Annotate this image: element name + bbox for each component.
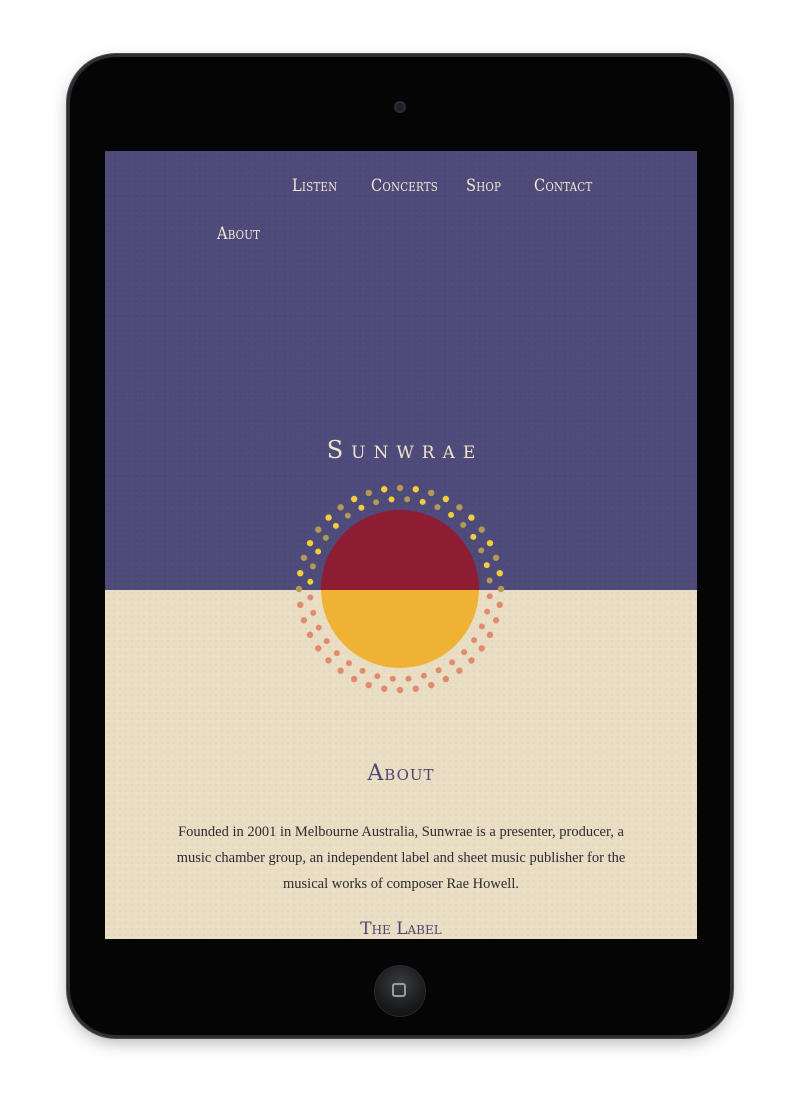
about-paragraph: Founded in 2001 in Melbourne Australia, … <box>176 824 626 892</box>
sun-ring-dot <box>484 608 491 615</box>
sun-ring-dot <box>496 601 503 608</box>
sun-ring-dot <box>461 649 468 656</box>
sun-ring-dot <box>448 511 455 518</box>
sun-ring-dot <box>396 484 404 492</box>
sun-ring-dot <box>492 617 500 624</box>
sun-ring-dot <box>396 686 404 694</box>
sun-ring-dot <box>315 526 322 533</box>
sun-ring-dot <box>492 554 500 561</box>
nav-link-concerts[interactable]: Concerts <box>371 176 438 196</box>
sun-ring-dot <box>468 514 475 521</box>
sun-ring-dot <box>333 650 340 657</box>
sun-ring-dot <box>306 539 314 547</box>
sun-ring-dot <box>297 601 304 608</box>
sun-ring-dot <box>486 593 493 600</box>
sun-ring-dot <box>337 667 344 674</box>
sun-ring-dot <box>420 672 427 679</box>
sun-ring-dot <box>306 631 314 639</box>
sun-ring-dot <box>497 585 505 593</box>
sun-ring-dot <box>412 685 419 692</box>
sun-ring-dot <box>297 570 304 577</box>
sun-ring-dot <box>323 638 330 645</box>
sun-ring-dot <box>442 495 450 503</box>
sun-ring-dot <box>470 533 477 540</box>
nav-link-listen[interactable]: Listen <box>292 176 337 196</box>
sun-ring-dot <box>405 675 412 682</box>
sun-ring-dot <box>310 609 317 616</box>
sun-ring-dot <box>389 675 396 682</box>
sun-ring-dot <box>345 660 352 667</box>
sun-ring-dot <box>435 667 442 674</box>
sun-ring-dot <box>315 548 322 555</box>
sun-ring-dot <box>404 496 411 503</box>
label-heading: The Label <box>360 919 442 939</box>
sun-ring-dot <box>300 554 308 561</box>
sun-ring-dot <box>434 504 441 511</box>
sun-ring-dot <box>365 681 372 689</box>
sun-ring-dot <box>449 659 456 666</box>
sun-ring-dot <box>309 563 316 570</box>
sunwrae-sun-logo-icon <box>295 484 505 694</box>
sun-ring-dot <box>478 526 485 533</box>
home-button[interactable] <box>375 966 425 1016</box>
sun-ring-dot <box>325 657 332 664</box>
sun-ring-dot <box>325 514 332 521</box>
sun-ring-dot <box>496 570 503 577</box>
sun-ring-dot <box>295 585 303 593</box>
about-heading: About <box>367 761 435 786</box>
nav-link-shop[interactable]: Shop <box>466 176 501 196</box>
sun-ring-dot <box>365 489 372 497</box>
sun-ring-dot <box>307 578 314 585</box>
sun-ring-dot <box>359 667 366 674</box>
sun-ring-dot <box>350 675 358 683</box>
sun-ring-dot <box>332 522 339 529</box>
nav-link-contact[interactable]: Contact <box>534 176 592 196</box>
site-title: Sunwrae <box>326 436 484 464</box>
sun-ring-dot <box>456 667 463 674</box>
sun-ring-dot <box>388 496 395 503</box>
sun-ring-dot <box>483 562 490 569</box>
sun-ring-dot <box>428 681 435 689</box>
sun-ring-dot <box>358 504 365 511</box>
sun-ring-dot <box>315 645 322 652</box>
front-camera-icon <box>394 101 406 113</box>
sun-ring-dot <box>468 657 475 664</box>
sun-ring-dot <box>381 486 388 493</box>
sun-ring-dot <box>486 539 494 547</box>
website-screen: Listen Concerts Shop Contact About Sunwr… <box>105 151 697 939</box>
home-button-icon <box>392 983 406 997</box>
sun-ring-dot <box>322 534 329 541</box>
sun-ring-dot <box>478 623 485 630</box>
sun-ring-dot <box>300 617 308 624</box>
sun-ring-dot <box>373 499 380 506</box>
sun-ring-dot <box>471 637 478 644</box>
sun-ring-dot <box>442 675 450 683</box>
sun-ring-dot <box>412 486 419 493</box>
sun-ring-dot <box>478 645 485 652</box>
sun-ring-dot <box>315 624 322 631</box>
sun-ring-dot <box>337 504 344 511</box>
sun-ring-dot <box>460 521 467 528</box>
sun-ring-dot <box>374 673 381 680</box>
sun-ring-dot <box>344 512 351 519</box>
sun-ring-dot <box>350 495 358 503</box>
sun-ring-dot <box>428 489 435 497</box>
sun-ring-dot <box>381 685 388 692</box>
nav-link-about[interactable]: About <box>217 224 260 244</box>
sun-ring-dot <box>307 594 314 601</box>
sun-ring-dot <box>478 547 485 554</box>
sun-ring-dot <box>486 631 494 639</box>
sun-ring-dot <box>486 577 493 584</box>
sun-ring-dot <box>419 498 426 505</box>
sun-ring-dot <box>456 504 463 511</box>
